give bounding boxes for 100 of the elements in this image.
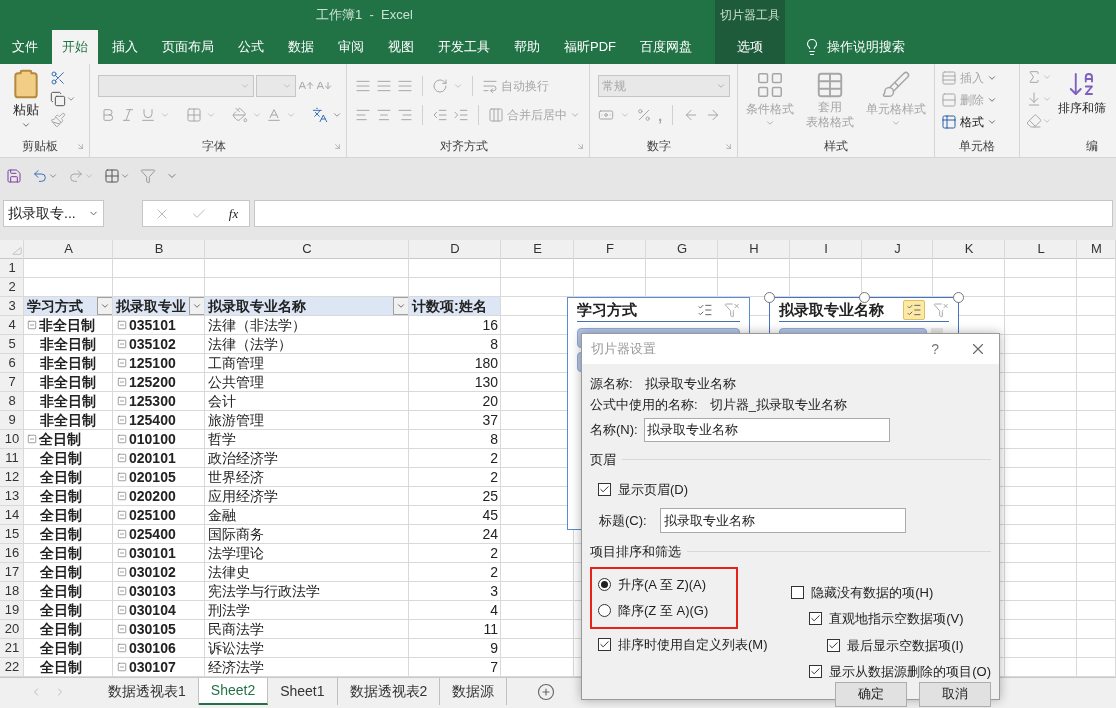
redo-icon[interactable]: [68, 168, 84, 184]
caret-icon[interactable]: [160, 110, 170, 120]
currency-icon[interactable]: [598, 107, 614, 123]
border-icon[interactable]: [186, 107, 202, 123]
filter-dropdown-button[interactable]: [97, 297, 113, 315]
checkbox[interactable]: [598, 637, 611, 651]
checkbox[interactable]: [598, 482, 611, 496]
dialog-launcher-icon[interactable]: [724, 141, 733, 151]
caret-icon[interactable]: [332, 110, 342, 120]
align-right-icon[interactable]: [397, 107, 413, 123]
percent-icon[interactable]: [636, 107, 652, 123]
dialog-launcher-icon[interactable]: [576, 141, 585, 151]
collapse-icon[interactable]: [117, 548, 127, 558]
collapse-icon[interactable]: [117, 396, 127, 406]
caret-icon[interactable]: [48, 171, 58, 181]
ribbon-tab[interactable]: 福昕PDF: [554, 30, 626, 64]
caret-icon[interactable]: [1042, 94, 1052, 104]
caret-icon[interactable]: [286, 110, 296, 120]
tell-me-search[interactable]: 操作说明搜索: [827, 37, 905, 57]
ribbon-tab[interactable]: 页面布局: [152, 30, 224, 64]
ribbon-tab[interactable]: 选项: [715, 30, 785, 64]
multi-select-button[interactable]: [903, 300, 925, 320]
caret-icon[interactable]: [1042, 116, 1052, 126]
orientation-icon[interactable]: [432, 78, 448, 94]
ribbon-tab[interactable]: 插入: [102, 30, 148, 64]
fill-color-icon[interactable]: [232, 107, 248, 123]
collapse-icon[interactable]: [117, 662, 127, 672]
dialog-launcher-icon[interactable]: [333, 141, 342, 151]
clear-filter-icon[interactable]: [724, 302, 740, 318]
ribbon-tab[interactable]: 开始: [52, 30, 98, 64]
checkbox[interactable]: [809, 612, 823, 626]
radio-button[interactable]: [598, 604, 611, 618]
collapse-icon[interactable]: [117, 472, 127, 482]
ribbon-tab[interactable]: 百度网盘: [630, 30, 702, 64]
fill-icon[interactable]: [1026, 91, 1042, 107]
collapse-icon[interactable]: [117, 358, 127, 368]
caret-icon[interactable]: [206, 110, 216, 120]
collapse-icon[interactable]: [117, 320, 127, 330]
select-all-button[interactable]: [0, 240, 24, 258]
format-cells-button[interactable]: 格式: [941, 113, 1013, 131]
clear-filter-icon[interactable]: [933, 302, 949, 318]
undo-icon[interactable]: [32, 168, 48, 184]
caret-icon[interactable]: [252, 110, 262, 120]
caret-icon[interactable]: [84, 171, 94, 181]
cut-icon[interactable]: [50, 70, 66, 86]
font-name-field[interactable]: [98, 75, 254, 97]
ribbon-tab[interactable]: 公式: [228, 30, 274, 64]
collapse-icon[interactable]: [117, 567, 127, 577]
caret-icon[interactable]: [1042, 72, 1052, 82]
ribbon-tab[interactable]: 帮助: [504, 30, 550, 64]
collapse-icon[interactable]: [117, 624, 127, 634]
filter-dropdown-button[interactable]: [189, 297, 205, 315]
checkbox[interactable]: [791, 585, 805, 599]
sum-icon[interactable]: [1026, 69, 1042, 85]
name-input[interactable]: 拟录取专业名称: [644, 418, 890, 442]
ribbon-tab[interactable]: 文件: [2, 30, 48, 64]
italic-icon[interactable]: [120, 107, 136, 123]
collapse-icon[interactable]: [117, 510, 127, 520]
ribbon-tab[interactable]: 审阅: [328, 30, 374, 64]
caret-icon[interactable]: [620, 110, 630, 120]
name-box[interactable]: 拟录取专...: [3, 200, 104, 227]
insert-function-button[interactable]: fx: [228, 203, 239, 224]
sheet-tab[interactable]: 数据源: [440, 678, 508, 705]
align-middle-icon[interactable]: [376, 78, 392, 94]
ribbon-tab[interactable]: 开发工具: [428, 30, 500, 64]
caret-icon[interactable]: [240, 81, 250, 91]
collapse-icon[interactable]: [117, 605, 127, 615]
save-icon[interactable]: [6, 168, 22, 184]
decrease-indent-icon[interactable]: [432, 107, 448, 123]
collapse-icon[interactable]: [117, 529, 127, 539]
dialog-button[interactable]: 确定: [835, 681, 907, 707]
align-left-icon[interactable]: [355, 107, 371, 123]
checkbox[interactable]: [827, 638, 841, 652]
collapse-icon[interactable]: [117, 643, 127, 653]
help-button[interactable]: ?: [931, 338, 939, 360]
collapse-icon[interactable]: [117, 377, 127, 387]
caret-icon[interactable]: [282, 81, 292, 91]
sheet-tab[interactable]: Sheet2: [198, 678, 269, 705]
filter-dropdown-button[interactable]: [393, 297, 409, 315]
font-size-field[interactable]: [256, 75, 296, 97]
phonetic-icon[interactable]: [312, 107, 328, 123]
sort-filter-button[interactable]: 排序和筛: [1058, 69, 1106, 135]
collapse-icon[interactable]: [117, 434, 127, 444]
resize-handle[interactable]: [859, 292, 870, 303]
checkbox[interactable]: [809, 665, 823, 679]
formula-input[interactable]: [254, 200, 1113, 227]
collapse-icon[interactable]: [117, 453, 127, 463]
radio-button[interactable]: [598, 577, 611, 591]
table-icon[interactable]: [104, 168, 120, 184]
collapse-icon[interactable]: [27, 434, 37, 444]
resize-handle[interactable]: [764, 292, 775, 303]
sheet-tab[interactable]: 数据透视表1: [96, 678, 199, 705]
copy-icon[interactable]: [50, 91, 66, 107]
format-painter-icon[interactable]: [50, 112, 66, 128]
sheet-tab[interactable]: Sheet1: [268, 678, 338, 705]
bold-icon[interactable]: [100, 107, 116, 123]
filter-icon[interactable]: [140, 168, 156, 184]
collapse-icon[interactable]: [117, 415, 127, 425]
resize-handle[interactable]: [953, 292, 964, 303]
ribbon-tab[interactable]: 视图: [378, 30, 424, 64]
